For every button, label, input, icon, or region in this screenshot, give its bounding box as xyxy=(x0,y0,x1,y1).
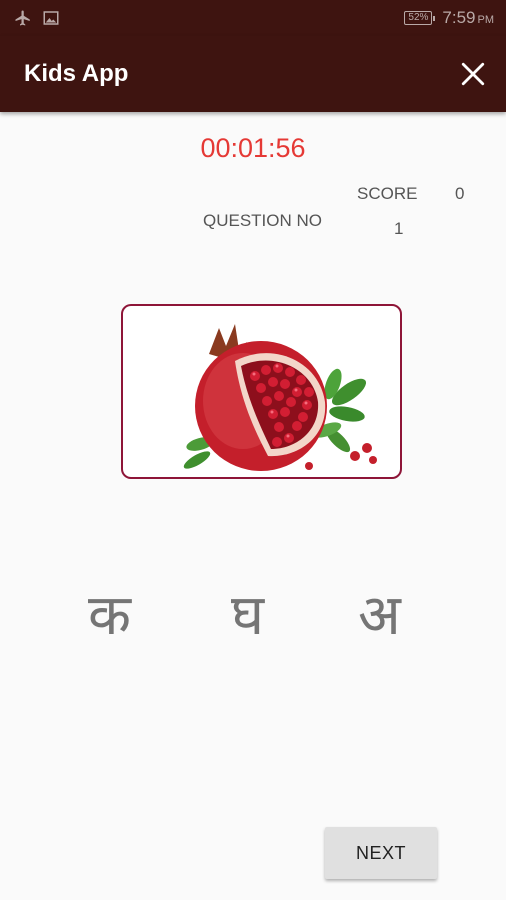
close-icon[interactable] xyxy=(460,61,486,87)
app-bar: Kids App xyxy=(0,36,506,112)
clock-ampm: PM xyxy=(477,14,495,26)
battery-indicator: 52% xyxy=(404,11,436,25)
option-2[interactable]: घ xyxy=(231,575,264,651)
clock-time: 7:59 xyxy=(442,8,476,27)
score-value: 0 xyxy=(455,184,465,203)
airplane-icon xyxy=(15,10,30,26)
question-label: QUESTION NO xyxy=(203,211,323,230)
next-button[interactable]: NEXT xyxy=(325,827,437,879)
question-value: 1 xyxy=(394,219,404,238)
gallery-icon xyxy=(43,11,59,25)
option-3[interactable]: अ xyxy=(358,575,401,651)
score-label: SCORE xyxy=(357,184,418,203)
status-left xyxy=(14,9,60,27)
question-image-card xyxy=(121,304,402,479)
status-clock: 7:59 PM xyxy=(442,8,494,28)
quiz-timer: 00:01:56 xyxy=(200,133,306,163)
app-title: Kids App xyxy=(24,60,129,87)
pomegranate-image xyxy=(183,324,377,471)
status-bar: 52% 7:59 PM xyxy=(0,0,506,36)
status-right: 52% 7:59 PM xyxy=(404,8,494,28)
option-1[interactable]: क xyxy=(88,575,131,651)
answer-options: क घ अ xyxy=(0,575,506,655)
